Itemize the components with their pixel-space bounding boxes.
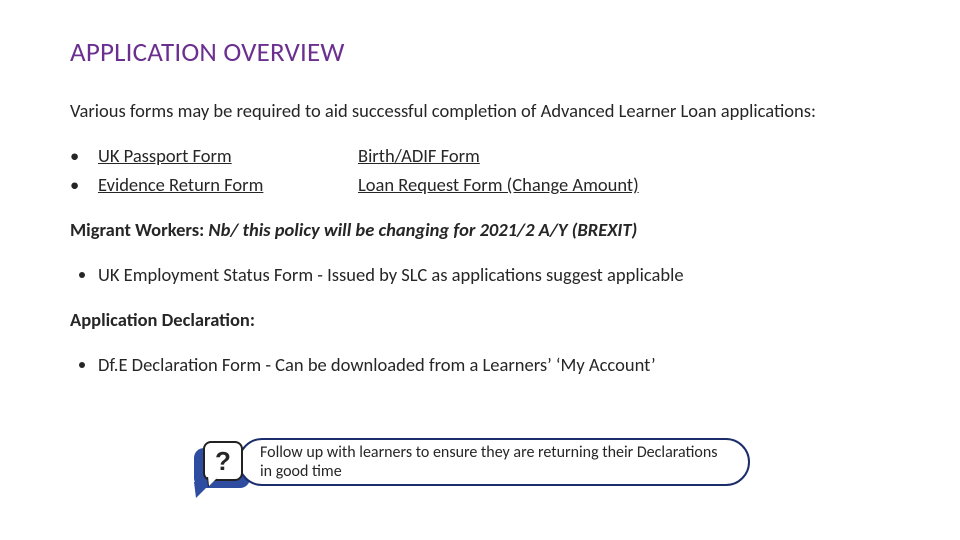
link-evidence-return-form[interactable]: Evidence Return Form — [98, 173, 263, 196]
application-declaration-heading: Application Declaration: — [70, 308, 890, 331]
form-links-block: • UK Passport Form Birth/ADIF Form • Evi… — [70, 144, 890, 196]
migrant-workers-note: Migrant Workers: Nb/ this policy will be… — [70, 218, 890, 241]
link-cell: Loan Request Form (Change Amount) — [358, 173, 639, 196]
list-item: Df.E Declaration Form - Can be downloade… — [98, 353, 890, 376]
bullet-glyph: • — [70, 144, 98, 167]
migrant-workers-label: Migrant Workers: — [70, 218, 204, 241]
declaration-list: Df.E Declaration Form - Can be downloade… — [70, 353, 890, 376]
list-item: UK Employment Status Form - Issued by SL… — [98, 263, 890, 286]
employment-list: UK Employment Status Form - Issued by SL… — [70, 263, 890, 286]
migrant-workers-policy-note: Nb/ this policy will be changing for 202… — [208, 218, 637, 241]
tip-text-bubble: Follow up with learners to ensure they a… — [238, 438, 750, 486]
tip-callout: Follow up with learners to ensure they a… — [200, 438, 760, 498]
page-title: APPLICATION OVERVIEW — [70, 36, 890, 69]
intro-paragraph: Various forms may be required to aid suc… — [70, 99, 890, 122]
link-cell: UK Passport Form — [98, 144, 358, 167]
question-icon-tail — [208, 476, 219, 486]
tip-text: Follow up with learners to ensure they a… — [260, 443, 732, 481]
link-row: • Evidence Return Form Loan Request Form… — [70, 173, 890, 196]
link-birth-adif-form[interactable]: Birth/ADIF Form — [358, 144, 480, 167]
link-loan-request-form-change-amount[interactable]: Loan Request Form (Change Amount) — [358, 173, 639, 196]
question-mark-glyph: ? — [215, 446, 231, 477]
link-uk-passport-form[interactable]: UK Passport Form — [98, 144, 232, 167]
slide-page: APPLICATION OVERVIEW Various forms may b… — [0, 0, 960, 540]
link-cell: Birth/ADIF Form — [358, 144, 480, 167]
question-mark-icon: ? — [203, 441, 243, 481]
link-cell: Evidence Return Form — [98, 173, 358, 196]
link-row: • UK Passport Form Birth/ADIF Form — [70, 144, 890, 167]
bullet-glyph: • — [70, 173, 98, 196]
